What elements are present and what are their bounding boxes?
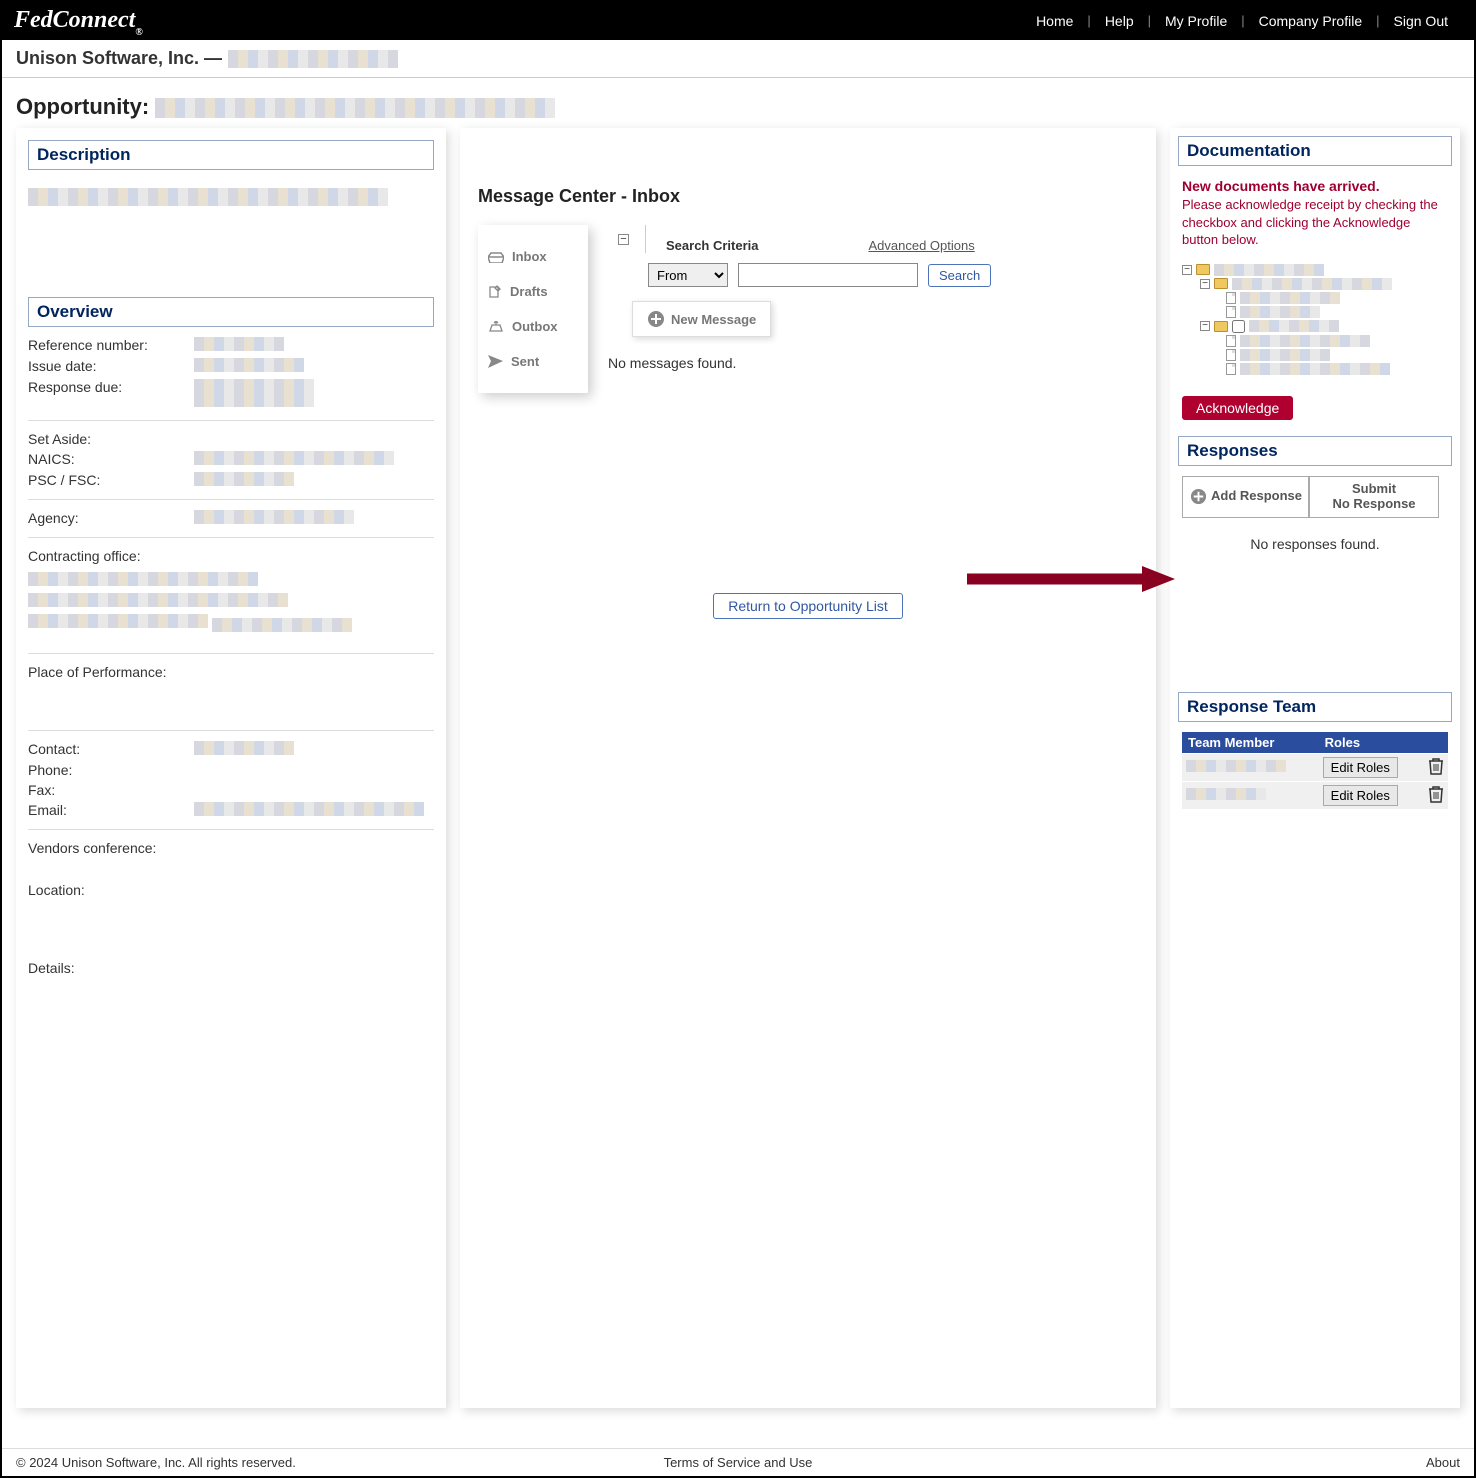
left-column: Description Overview Reference number: I… (16, 128, 446, 1408)
search-button[interactable]: Search (928, 264, 991, 287)
inbox-tab[interactable]: Inbox (488, 239, 578, 274)
document-icon (1226, 349, 1236, 361)
document-icon (1226, 363, 1236, 375)
search-field-select[interactable]: From (648, 263, 728, 287)
label-phone: Phone: (28, 762, 188, 778)
description-redacted (28, 188, 388, 206)
team-header-member: Team Member (1182, 732, 1319, 754)
no-responses-text: No responses found. (1178, 536, 1452, 552)
search-input[interactable] (738, 263, 918, 287)
plus-icon (1189, 488, 1207, 506)
team-row: Edit Roles (1182, 781, 1448, 809)
delete-icon[interactable] (1428, 791, 1444, 806)
return-to-opportunity-list-button[interactable]: Return to Opportunity List (713, 593, 903, 619)
top-nav: Home| Help| My Profile| Company Profile|… (1022, 13, 1462, 29)
page-title: Opportunity: (2, 78, 1474, 128)
tree-collapse-icon[interactable]: − (1200, 279, 1210, 289)
sent-tab[interactable]: Sent (488, 344, 578, 379)
nav-company-profile[interactable]: Company Profile (1245, 13, 1377, 29)
doc-alert: New documents have arrived. (1182, 178, 1448, 194)
label-refnum: Reference number: (28, 337, 188, 353)
doc-checkbox[interactable] (1232, 320, 1245, 333)
label-location: Location: (28, 882, 188, 898)
label-agency: Agency: (28, 510, 188, 526)
nav-my-profile[interactable]: My Profile (1151, 13, 1241, 29)
collapse-toggle[interactable]: − (618, 234, 629, 245)
nav-sign-out[interactable]: Sign Out (1380, 13, 1462, 29)
response-team-table: Team Member Roles Edit Roles Edit Roles (1182, 732, 1448, 809)
document-icon (1226, 292, 1236, 304)
responses-panel-title: Responses (1178, 436, 1452, 466)
label-email: Email: (28, 802, 188, 818)
no-messages-text: No messages found. (608, 355, 1138, 371)
edit-roles-button[interactable]: Edit Roles (1323, 785, 1398, 806)
team-header-roles: Roles (1319, 732, 1424, 754)
document-icon (1226, 306, 1236, 318)
overview-panel-title: Overview (28, 297, 434, 327)
footer-copyright: © 2024 Unison Software, Inc. All rights … (16, 1455, 296, 1470)
label-vendors: Vendors conference: (28, 840, 156, 856)
edit-roles-button[interactable]: Edit Roles (1323, 757, 1398, 778)
about-link[interactable]: About (1426, 1455, 1460, 1470)
company-subheader: Unison Software, Inc. — (2, 40, 1474, 78)
label-issuedate: Issue date: (28, 358, 188, 374)
search-criteria-label: Search Criteria (666, 238, 759, 253)
company-name: Unison Software, Inc. — (16, 48, 222, 69)
middle-column: Message Center - Inbox Inbox Drafts Outb… (460, 128, 1156, 1408)
submit-no-response-button[interactable]: SubmitNo Response (1309, 476, 1439, 518)
label-pscfsc: PSC / FSC: (28, 472, 188, 488)
label-naics: NAICS: (28, 451, 188, 467)
label-fax: Fax: (28, 782, 188, 798)
label-responsedue: Response due: (28, 379, 188, 395)
team-row: Edit Roles (1182, 753, 1448, 781)
drafts-tab[interactable]: Drafts (488, 274, 578, 309)
nav-help[interactable]: Help (1091, 13, 1148, 29)
folder-icon (1214, 278, 1228, 289)
tree-collapse-icon[interactable]: − (1200, 321, 1210, 331)
description-panel-title: Description (28, 140, 434, 170)
brand-logo: FedConnect® (14, 7, 143, 36)
label-place: Place of Performance: (28, 664, 167, 680)
message-center-title: Message Center - Inbox (478, 186, 1138, 207)
add-response-button[interactable]: Add Response (1182, 476, 1309, 518)
folder-icon (1214, 321, 1228, 332)
label-setaside: Set Aside: (28, 431, 188, 447)
acknowledge-button[interactable]: Acknowledge (1182, 396, 1293, 420)
company-redacted (228, 50, 398, 68)
document-icon (1226, 335, 1236, 347)
advanced-options-link[interactable]: Advanced Options (869, 238, 975, 253)
label-contracting: Contracting office: (28, 548, 188, 564)
document-tree: − − − (1182, 263, 1448, 376)
folder-icon (1196, 264, 1210, 275)
top-bar: FedConnect® Home| Help| My Profile| Comp… (2, 2, 1474, 40)
outbox-tab[interactable]: Outbox (488, 309, 578, 344)
tree-collapse-icon[interactable]: − (1182, 265, 1192, 275)
message-sidebar: Inbox Drafts Outbox Sent (478, 225, 588, 393)
plus-icon (647, 310, 665, 328)
response-team-panel-title: Response Team (1178, 692, 1452, 722)
documentation-panel-title: Documentation (1178, 136, 1452, 166)
terms-link[interactable]: Terms of Service and Use (664, 1455, 813, 1470)
delete-icon[interactable] (1428, 763, 1444, 778)
nav-home[interactable]: Home (1022, 13, 1087, 29)
footer: © 2024 Unison Software, Inc. All rights … (2, 1448, 1474, 1476)
doc-instructions: Please acknowledge receipt by checking t… (1182, 196, 1448, 249)
label-details: Details: (28, 960, 188, 976)
label-contact: Contact: (28, 741, 188, 757)
right-column: Documentation New documents have arrived… (1170, 128, 1460, 1408)
new-message-button[interactable]: New Message (632, 301, 771, 337)
opportunity-name-redacted (155, 98, 555, 118)
